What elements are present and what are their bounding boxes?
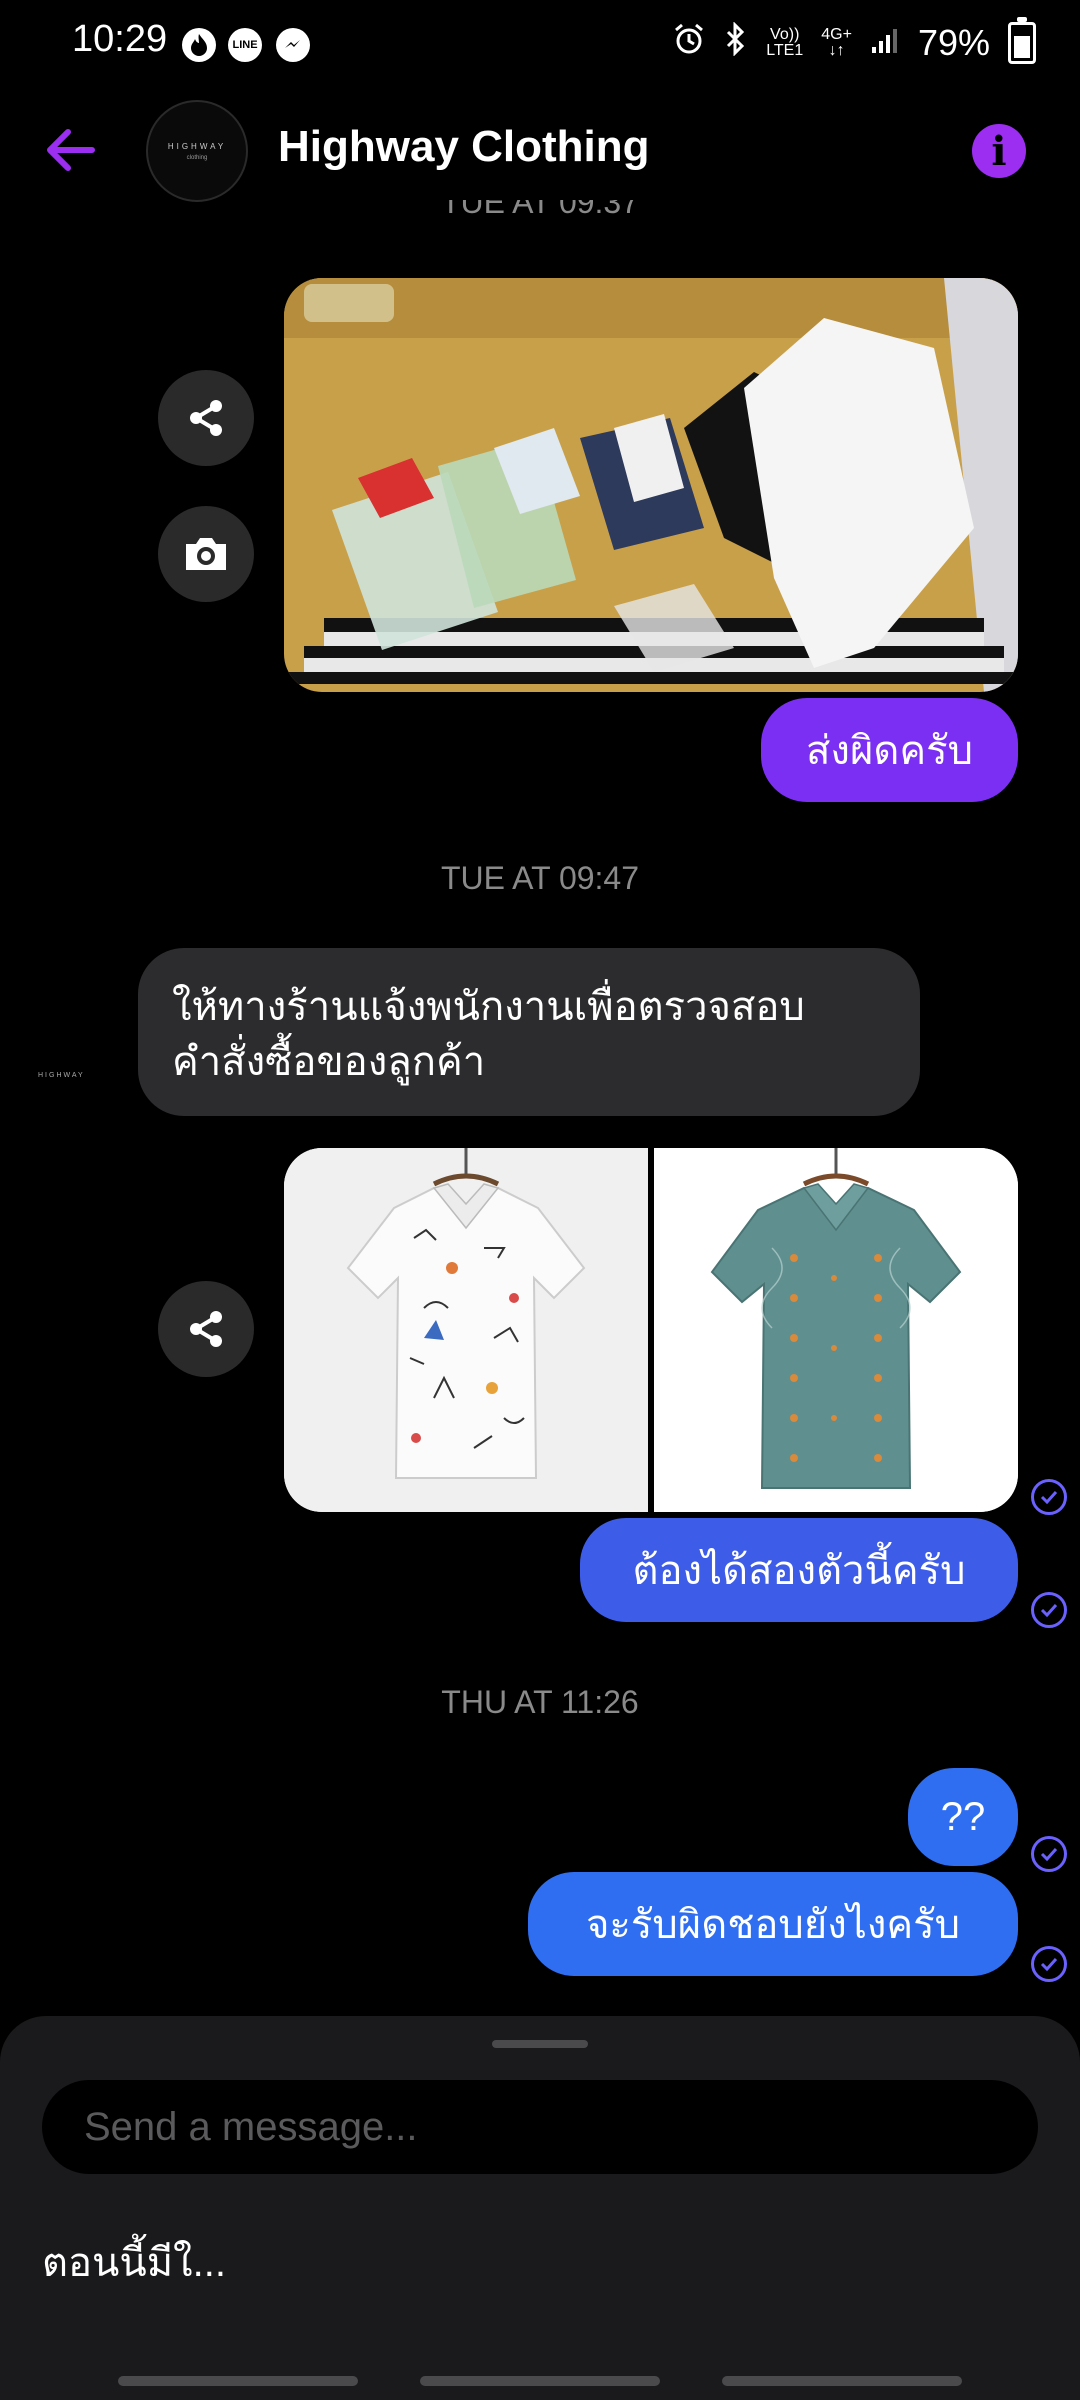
white-patterned-shirt-image <box>284 1148 648 1512</box>
data-indicator: 4G+ ↓↑ <box>821 27 852 59</box>
timestamp-cut: TUE AT 09:37 <box>0 200 1080 230</box>
alarm-icon <box>672 22 706 65</box>
line-app-icon: LINE <box>228 28 262 62</box>
incoming-message-line-2: คำสั่งซื้อของลูกค้า <box>172 1040 486 1084</box>
bluetooth-icon <box>724 20 748 65</box>
message-bubble-outgoing-2[interactable]: ต้องได้สองตัวนี้ครับ <box>580 1518 1018 1622</box>
avatar-logo-subtext: clothing <box>186 154 208 161</box>
clothing-photo-image <box>284 278 1018 692</box>
battery-icon <box>1008 17 1036 64</box>
delivered-check-icon <box>1031 1479 1067 1515</box>
share-icon <box>190 400 222 436</box>
delivered-check-icon <box>1031 1592 1067 1628</box>
message-composer: ตอนนี้มีใ... <box>0 2016 1080 2316</box>
message-text: ?? <box>940 1794 986 1839</box>
back-button[interactable] <box>40 120 100 180</box>
timestamp-thu-1126: THU AT 11:26 <box>441 1684 639 1720</box>
back-nav-button[interactable] <box>722 2376 962 2386</box>
camera-icon <box>186 538 226 570</box>
camera-button[interactable] <box>158 506 254 602</box>
avatar[interactable]: HIGHWAY clothing <box>146 100 248 202</box>
chat-header: HIGHWAY clothing Highway Clothing i <box>0 90 1080 210</box>
delivered-check-icon <box>1031 1946 1067 1982</box>
battery-percent: 79% <box>917 22 990 63</box>
volte-indicator: Vo)) LTE1 <box>766 27 803 59</box>
recent-apps-button[interactable] <box>118 2376 358 2386</box>
info-icon: i <box>991 127 1007 175</box>
data-arrows-icon: ↓↑ <box>828 42 845 59</box>
product-image-white-shirt[interactable] <box>284 1148 648 1512</box>
status-time: 10:29 <box>72 18 168 60</box>
lte-label: LTE1 <box>766 42 804 59</box>
photo-attachment[interactable] <box>284 278 1018 692</box>
delivered-check-icon <box>1031 1836 1067 1872</box>
message-bubble-outgoing-1[interactable]: ส่งผิดครับ <box>761 698 1018 802</box>
volte-label: Vo)) <box>770 26 800 43</box>
message-bubble-incoming[interactable]: ให้ทางร้านแจ้งพนักงานเพื่อตรวจสอบ คำสั่ง… <box>138 948 920 1116</box>
timestamp-cut-text: TUE AT 09:37 <box>440 200 640 220</box>
message-bubble-outgoing-4[interactable]: จะรับผิดชอบยังไงครับ <box>528 1872 1018 1976</box>
timestamp-tue-0947: TUE AT 09:47 <box>440 860 640 896</box>
suggested-reply[interactable]: ตอนนี้มีใ... <box>42 2230 226 2294</box>
share-icon <box>190 1311 222 1347</box>
sender-avatar[interactable]: HIGHWAY <box>38 1072 85 1079</box>
message-input[interactable] <box>42 2080 1038 2174</box>
back-arrow-icon <box>47 129 95 171</box>
data-type-label: 4G+ <box>821 26 852 43</box>
flame-icon <box>182 28 216 62</box>
share-button-2[interactable] <box>158 1281 254 1377</box>
status-bar: 10:29 LINE Vo)) LTE1 4G+ ↓↑ 79% <box>0 0 1080 90</box>
avatar-logo-text: HIGHWAY <box>167 141 227 151</box>
teal-patterned-shirt-image <box>654 1148 1018 1512</box>
status-icons: Vo)) LTE1 4G+ ↓↑ 79% <box>672 17 1036 68</box>
message-text: จะรับผิดชอบยังไงครับ <box>585 1903 961 1947</box>
message-bubble-outgoing-3[interactable]: ?? <box>908 1768 1018 1866</box>
home-button[interactable] <box>420 2376 660 2386</box>
chat-title[interactable]: Highway Clothing <box>278 122 650 172</box>
system-nav-bar <box>0 2316 1080 2400</box>
signal-icon <box>870 22 900 64</box>
share-button[interactable] <box>158 370 254 466</box>
messenger-icon <box>276 28 310 62</box>
drag-handle[interactable] <box>492 2040 588 2048</box>
info-button[interactable]: i <box>972 124 1026 178</box>
incoming-message-line-1: ให้ทางร้านแจ้งพนักงานเพื่อตรวจสอบ <box>172 985 805 1029</box>
message-text: ส่งผิดครับ <box>806 729 973 773</box>
message-text: ต้องได้สองตัวนี้ครับ <box>632 1549 966 1593</box>
product-image-green-shirt[interactable] <box>654 1148 1018 1512</box>
